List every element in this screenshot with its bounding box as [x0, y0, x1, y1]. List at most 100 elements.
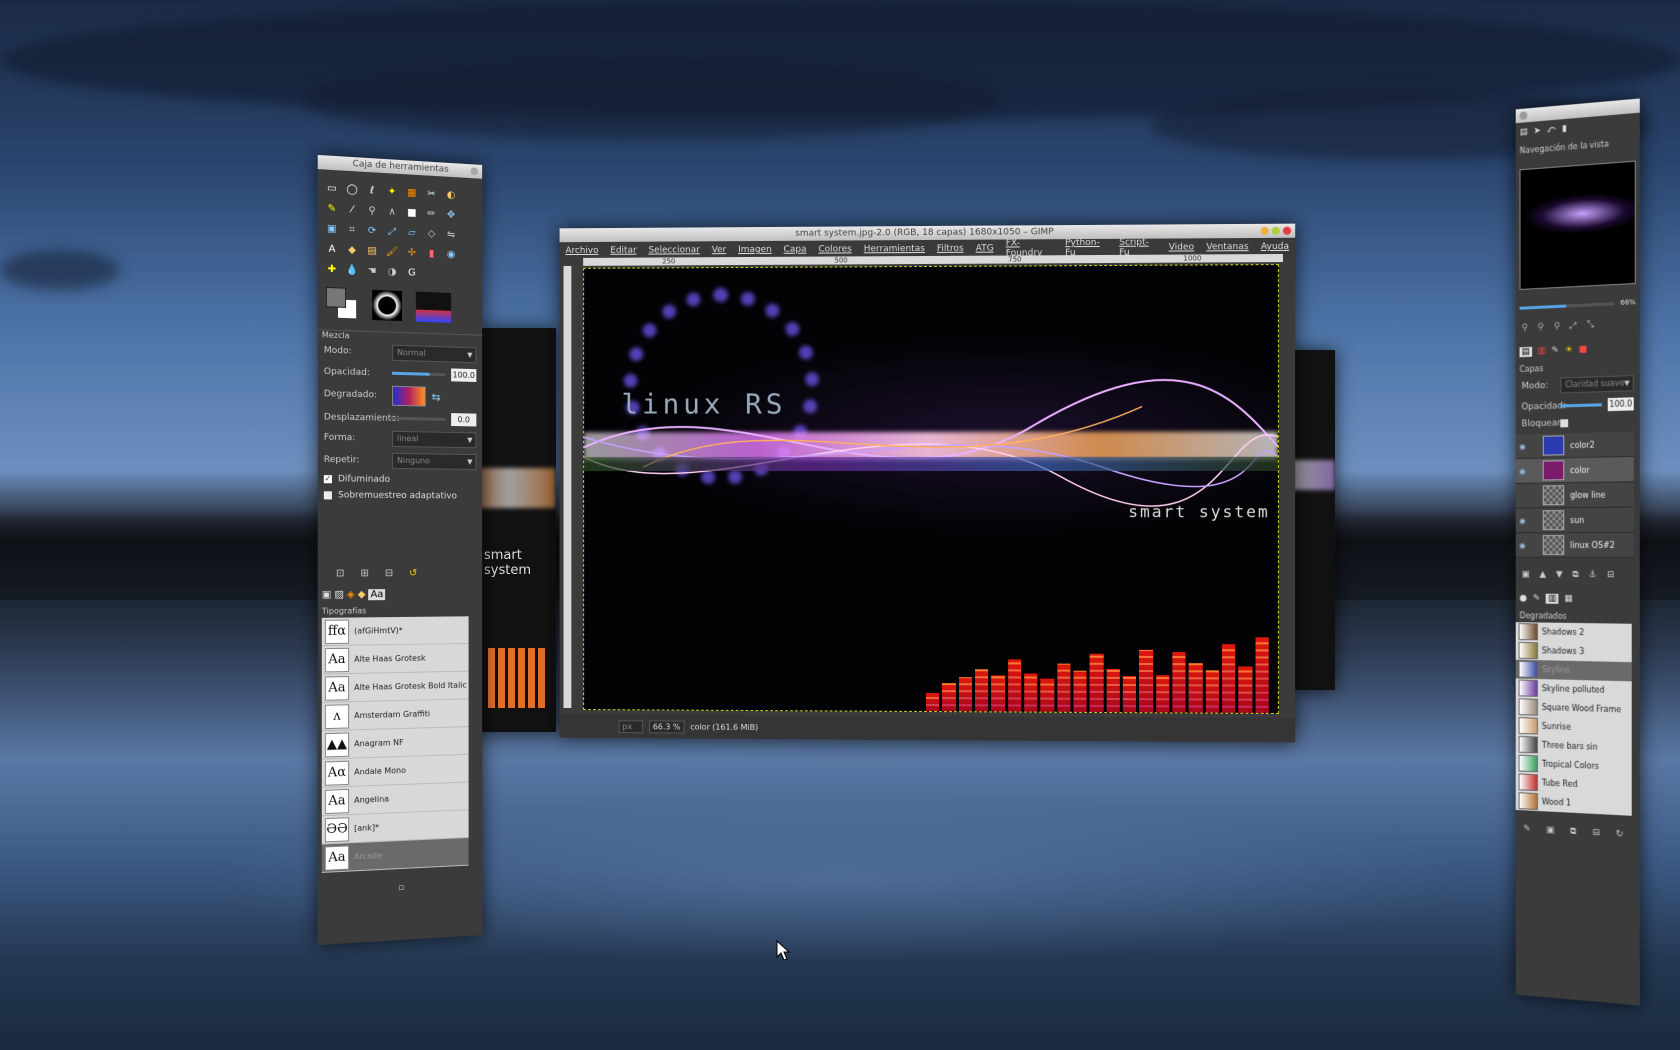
fonts-footer-icon[interactable]: ▫ [318, 879, 482, 898]
layer-row[interactable]: ◉ color [1515, 456, 1634, 484]
close-icon[interactable] [470, 167, 479, 176]
tab-layers-icon[interactable]: ▤ [1519, 346, 1532, 358]
menu-item-video[interactable]: Video [1169, 242, 1195, 252]
lower-layer-icon[interactable]: ▼ [1556, 570, 1563, 580]
tab-palettes-icon[interactable]: ◈ [347, 589, 355, 600]
heal-icon[interactable]: ✚ [325, 262, 339, 277]
visibility-eye-icon[interactable]: ◉ [1516, 541, 1529, 550]
zoom-out-icon[interactable]: ⚲ [1521, 323, 1527, 333]
duplicate-layer-icon[interactable]: ⧉ [1572, 570, 1578, 580]
tab-paths-icon[interactable]: ✎ [1552, 346, 1559, 356]
menu-item-editar[interactable]: Editar [610, 246, 636, 256]
layer-list[interactable]: ◉ color2 ◉ color glow line ◉ sun ◉ linux OS#2 [1515, 431, 1634, 559]
maximize-icon[interactable] [1271, 226, 1280, 235]
reset-options-icon[interactable]: ↺ [409, 568, 417, 579]
align-icon[interactable]: ▣ [325, 221, 339, 236]
foreground-select-icon[interactable]: ◐ [444, 187, 458, 202]
delete-gradient-icon[interactable]: ⊟ [1592, 828, 1599, 838]
lasso-icon[interactable]: ℓ [365, 183, 379, 198]
nav-zoom-slider[interactable] [1519, 301, 1615, 310]
layer-row[interactable]: ◉ color2 [1515, 431, 1634, 460]
new-gradient-icon[interactable]: ▣ [1546, 825, 1554, 835]
opacity-spin[interactable]: 100.0 [451, 368, 477, 383]
menu-item-ver[interactable]: Ver [712, 245, 727, 255]
gradient-swatch[interactable] [392, 385, 426, 407]
save-options-icon[interactable]: ⊡ [336, 568, 344, 579]
layer-row[interactable]: ◉ linux OS#2 [1515, 532, 1634, 559]
new-layer-icon[interactable]: ▣ [1521, 570, 1529, 580]
delete-options-icon[interactable]: ⊟ [385, 568, 393, 579]
move-icon[interactable]: ✥ [444, 207, 458, 222]
mode-combo[interactable]: Normal [392, 344, 477, 364]
delete-layer-icon[interactable]: ⊟ [1607, 570, 1615, 580]
tab-histogram-icon[interactable]: ■ [1579, 345, 1587, 355]
font-item[interactable]: Aa Arcade [321, 837, 469, 873]
shape-combo[interactable]: lineal [392, 430, 477, 449]
menu-item-ventanas[interactable]: Ventanas [1206, 242, 1248, 252]
tab-palettes-icon[interactable]: ▦ [1564, 594, 1572, 604]
measure-icon[interactable]: ∧ [385, 204, 399, 219]
zoom-one-icon[interactable]: ⚲ [1554, 322, 1560, 332]
menu-item-filtros[interactable]: Filtros [937, 244, 964, 254]
layer-row[interactable]: glow line [1515, 482, 1634, 509]
zoom-combo[interactable]: 66.3 % [648, 719, 685, 733]
rotate-icon[interactable]: ⟳ [365, 223, 379, 238]
visibility-eye-icon[interactable]: ◉ [1516, 516, 1529, 525]
gradient-item[interactable]: Shadows 2 [1515, 622, 1632, 643]
color-select-icon[interactable]: ▦ [405, 185, 419, 200]
scissors-icon[interactable]: ✂ [425, 186, 439, 201]
tab-navigation-icon[interactable]: ▤ [1520, 127, 1528, 138]
close-icon[interactable] [1282, 226, 1292, 235]
edit-gradient-icon[interactable]: ✎ [1523, 824, 1530, 834]
visibility-eye-icon[interactable]: ◉ [1516, 442, 1529, 451]
airbrush-icon[interactable]: ✢ [405, 245, 419, 260]
scale-icon[interactable]: ⤢ [385, 224, 399, 239]
minimize-icon[interactable] [1260, 226, 1269, 235]
tab-patterns-icon[interactable]: ✎ [1533, 594, 1540, 604]
layer-opacity-spin[interactable]: 100.0 [1607, 397, 1634, 412]
tab-channels-icon[interactable]: ▥ [1537, 346, 1545, 356]
offset-slider[interactable] [392, 416, 446, 421]
refresh-gradient-icon[interactable]: ↻ [1616, 829, 1624, 839]
pencil-icon[interactable]: ✏ [425, 206, 439, 221]
blend-icon[interactable]: ▤ [365, 243, 379, 258]
fg-bg-colors[interactable] [325, 286, 358, 321]
dock-window[interactable]: ▤ ➤ ⤺ ▮ Navegación de la vista 66% ⚲ ⚲ ⚲ ⤢ ⤡ ▤ ▥… [1515, 98, 1640, 1006]
tab-fonts-icon[interactable]: Aa [368, 589, 386, 601]
duplicate-gradient-icon[interactable]: ⧉ [1570, 827, 1576, 837]
menu-item-imagen[interactable]: Imagen [738, 245, 772, 255]
gradient-list[interactable]: Shadows 2 Shadows 3 Skyline Skyline pollute… [1515, 622, 1632, 816]
offset-spin[interactable]: 0.0 [451, 413, 477, 427]
menu-item-capa[interactable]: Capa [784, 245, 807, 255]
smudge-icon[interactable]: ☚ [365, 263, 379, 278]
eraser-icon[interactable]: ■ [405, 205, 419, 220]
menu-item-colores[interactable]: Colores [818, 244, 851, 254]
tab-pointer-icon[interactable]: ➤ [1534, 126, 1541, 137]
reverse-gradient-icon[interactable]: ⇆ [432, 390, 441, 403]
menu-item-seleccionar[interactable]: Seleccionar [648, 245, 699, 255]
layer-mode-combo[interactable]: Claridad suave [1560, 375, 1634, 394]
fit-icon[interactable]: ⤢ [1570, 321, 1577, 331]
menu-item-archivo[interactable]: Archivo [565, 246, 598, 256]
fuzzy-select-icon[interactable]: ✦ [385, 184, 399, 199]
zoom-in-icon[interactable]: ⚲ [1538, 322, 1544, 332]
font-item[interactable]: Aa Alte Haas Grotesk Bold Italic [321, 671, 469, 703]
shrink-icon[interactable]: ⤡ [1587, 320, 1594, 330]
tab-gradients-icon[interactable]: ▥ [1546, 593, 1559, 604]
layer-opacity-slider[interactable] [1560, 403, 1602, 408]
anchor-layer-icon[interactable]: ⚓ [1589, 570, 1597, 580]
dock-menu-icon[interactable] [1519, 111, 1528, 120]
layer-row[interactable]: ◉ sun [1515, 507, 1634, 534]
font-list[interactable]: ffα (afGiHmtV)* Aa Alte Haas Grotesk Aa Alte … [321, 616, 469, 873]
color-picker-icon[interactable]: ⁄ [345, 202, 359, 217]
tab-tool-options-icon[interactable]: ▣ [322, 589, 332, 600]
navigation-preview[interactable] [1519, 160, 1636, 290]
font-item[interactable]: Aa Alte Haas Grotesk [321, 643, 469, 675]
zoom-icon[interactable]: ⚲ [365, 203, 379, 218]
background-window-right[interactable] [1290, 350, 1335, 690]
pattern-gradient-preview[interactable] [415, 291, 452, 323]
font-item[interactable]: ᴧ Amsterdam Graffiti [321, 699, 469, 732]
gradient-item[interactable]: Shadows 3 [1515, 640, 1632, 663]
dither-checkbox[interactable]: ✓ [323, 474, 332, 484]
tab-undo-icon[interactable]: ⤺ [1547, 125, 1556, 136]
